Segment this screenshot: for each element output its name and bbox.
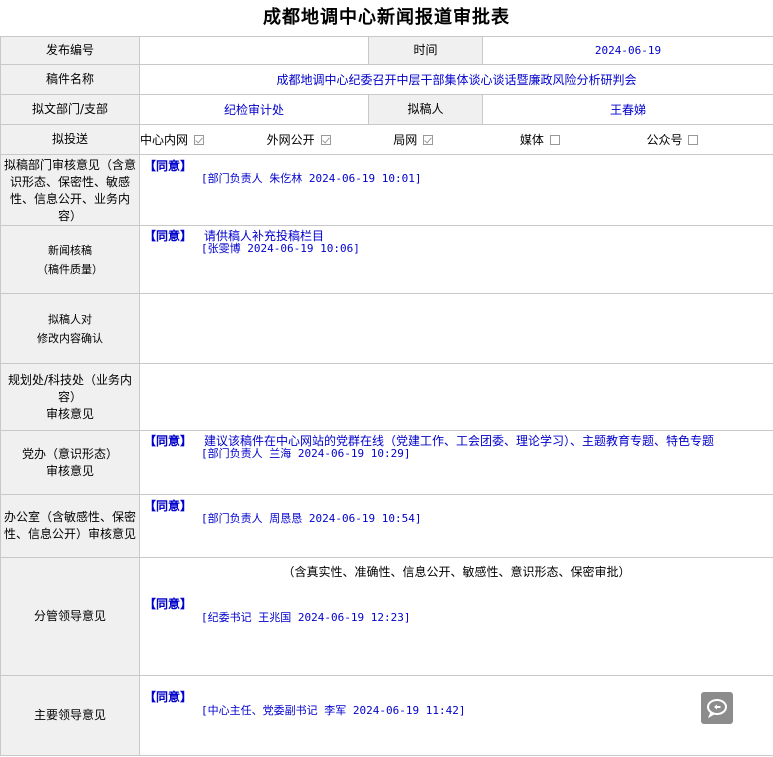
dept-review: 【同意】 [部门负责人 朱仡林 2024-06-19 10:01] [138,154,773,226]
party-review-label: 党办（意识形态） 审核意见 [0,430,140,495]
send-option-wechat[interactable]: 公众号 [646,131,772,148]
chat-bubble-glyph [707,699,727,718]
label-line: 修改内容确认 [37,331,103,345]
checkbox-intranet[interactable] [194,134,205,145]
checkbox-wechat[interactable] [688,134,699,145]
send-option-public[interactable]: 外网公开 [267,131,394,148]
signature: [部门负责人 兰海 2024-06-19 10:29] [201,447,411,460]
agree-text: 【同意】 [144,229,193,243]
pub-no-value [139,36,369,65]
dept-review-label: 拟稿部门审核意见（含意识形态、保密性、敏感性、信息公开、业务内容） [0,154,140,226]
send-options: 中心内网 外网公开 局网 媒体 公众号 [138,124,773,155]
signature: [部门负责人 周恳恳 2024-06-19 10:54] [201,512,422,525]
agree-text: 【同意】 [144,499,193,513]
drafter-value: 王春娣 [481,94,773,125]
leader-review: （含真实性、准确性、信息公开、敏感性、意识形态、保密审批） 【同意】 [纪委书记… [138,557,773,676]
planning-review-label: 规划处/科技处（业务内容） 审核意见 [0,363,140,431]
party-review: 【同意】 建议该稿件在中心网站的党群在线（党建工作、工会团委、理论学习）、主题教… [138,430,773,495]
approval-table: 发布编号 时间 2024-06-19 稿件名称 成都地调中心纪委召开中层干部集体… [0,36,773,756]
confirm-content [138,293,773,364]
send-label: 拟投送 [0,124,140,155]
chief-review-label: 主要领导意见 [0,675,140,756]
page-title: 成都地调中心新闻报道审批表 [263,7,510,28]
label-line: 拟稿人对 [48,312,92,326]
chat-bubble-icon[interactable] [701,692,733,724]
checkbox-public[interactable] [320,134,331,145]
label-line: 新闻核稿 [48,243,92,257]
send-option-label: 外网公开 [266,133,315,147]
pub-no-label: 发布编号 [0,36,140,65]
signature: [部门负责人 朱仡林 2024-06-19 10:01] [201,172,422,185]
send-option-label: 媒体 [519,133,544,147]
send-option-label: 公众号 [646,133,683,147]
label-line: 规划处/科技处（业务内容） [7,372,133,404]
dept-value: 纪检审计处 [139,94,369,125]
agree-text: 【同意】 [144,690,193,704]
checkbox-media[interactable] [549,134,560,145]
review-scope-note: （含真实性、准确性、信息公开、敏感性、意识形态、保密审批） [282,565,631,579]
drafter-label: 拟稿人 [368,94,483,125]
planning-review [138,363,773,431]
agree-text: 【同意】 [144,159,193,173]
manuscript-label: 稿件名称 [0,64,140,95]
signature: [纪委书记 王兆国 2024-06-19 12:23] [201,611,411,624]
label-line: 党办（意识形态） [21,446,118,461]
signature: [张雯博 2024-06-19 10:06] [201,242,360,255]
send-option-label: 中心内网 [140,133,189,147]
send-option-label: 局网 [393,133,418,147]
news-review: 【同意】 请供稿人补充投稿栏目 [张雯博 2024-06-19 10:06] [138,225,773,294]
send-option-intranet[interactable]: 中心内网 [140,131,267,148]
label-line: 审核意见 [45,463,94,478]
send-option-bureau[interactable]: 局网 [393,131,520,148]
confirm-label: 拟稿人对 修改内容确认 [0,293,140,364]
agree-text: 【同意】 [144,434,193,448]
label-line: （稿件质量） [37,262,103,276]
signature: [中心主任、党委副书记 李军 2024-06-19 11:42] [201,704,466,717]
dept-label: 拟文部门/支部 [0,94,140,125]
send-option-media[interactable]: 媒体 [520,131,647,148]
news-review-label: 新闻核稿 （稿件质量） [0,225,140,294]
checkbox-bureau[interactable] [423,134,434,145]
chief-review: 【同意】 [中心主任、党委副书记 李军 2024-06-19 11:42] [138,675,773,756]
manuscript-value: 成都地调中心纪委召开中层干部集体谈心谈话暨廉政风险分析研判会 [138,64,773,95]
office-review-label: 办公室（含敏感性、保密性、信息公开）审核意见 [0,494,140,558]
time-label: 时间 [368,36,483,65]
agree-text: 【同意】 [144,597,193,611]
time-value: 2024-06-19 [481,36,773,65]
office-review: 【同意】 [部门负责人 周恳恳 2024-06-19 10:54] [138,494,773,558]
label-line: 审核意见 [45,406,94,421]
leader-review-label: 分管领导意见 [0,557,140,676]
